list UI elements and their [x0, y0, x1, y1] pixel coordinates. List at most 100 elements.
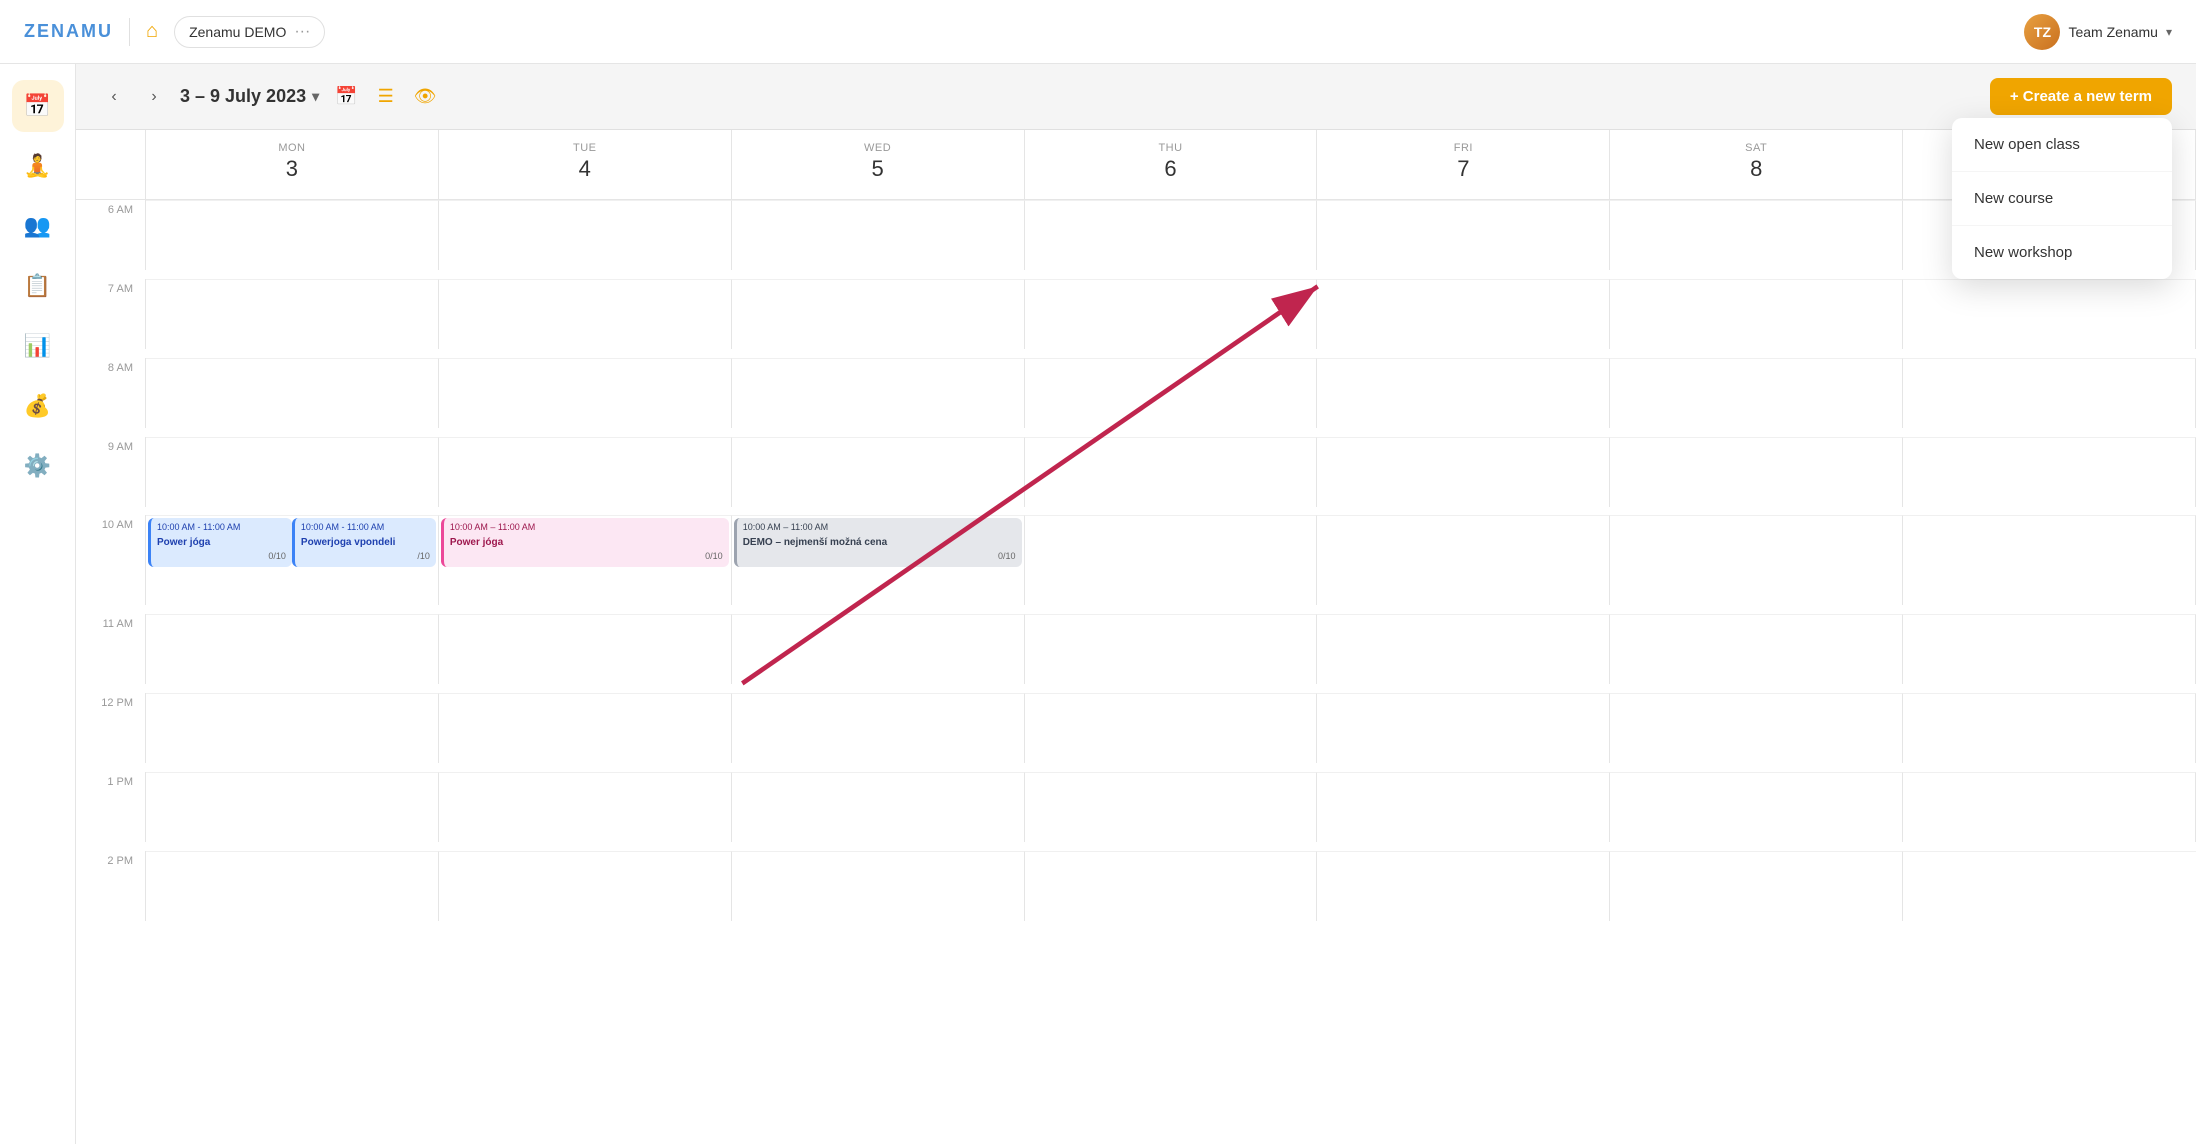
event-tue-1[interactable]: 10:00 AM – 11:00 AM Power jóga 0/10: [441, 518, 729, 566]
cell-thu-10am: [1025, 515, 1318, 605]
cell-tue-7am: [439, 279, 732, 349]
date-range-label: 3 – 9 July 2023: [180, 86, 306, 107]
time-col-header: [76, 130, 146, 200]
cell-fri-7am: [1317, 279, 1610, 349]
cell-sun-11am: [1903, 614, 2196, 684]
cell-sat-11am: [1610, 614, 1903, 684]
event-capacity: 0/10: [743, 551, 1016, 563]
top-nav: ZENAMU ⌂ Zenamu DEMO ··· TZ Team Zenamu …: [0, 0, 2196, 64]
cell-tue-8am: [439, 358, 732, 428]
content-area: ‹ › 3 – 9 July 2023 ▾ 📅 ☰ 👁 + Create a n…: [76, 64, 2196, 1144]
day-header-mon: MON 3: [146, 130, 439, 200]
cell-sun-9am: [1903, 437, 2196, 507]
date-range-chevron-icon: ▾: [312, 88, 319, 105]
cell-wed-6am: [732, 200, 1025, 270]
dropdown-open-class-label: New open class: [1974, 136, 2080, 153]
cell-tue-12pm: [439, 693, 732, 763]
cell-wed-12pm: [732, 693, 1025, 763]
cell-wed-11am: [732, 614, 1025, 684]
cell-mon-11am: [146, 614, 439, 684]
cell-fri-2pm: [1317, 851, 1610, 921]
day-number-tue: 4: [439, 156, 731, 182]
prev-arrow[interactable]: ‹: [100, 83, 128, 111]
cell-fri-9am: [1317, 437, 1610, 507]
cell-sun-12pm: [1903, 693, 2196, 763]
avatar: TZ: [2024, 14, 2060, 50]
cell-thu-2pm: [1025, 851, 1318, 921]
event-mon-1[interactable]: 10:00 AM - 11:00 AM Power jóga 0/10: [148, 518, 292, 566]
app-logo: ZENAMU: [24, 21, 113, 42]
sidebar-item-reports[interactable]: 📋: [12, 260, 64, 312]
day-name-wed: WED: [732, 142, 1024, 154]
date-range[interactable]: 3 – 9 July 2023 ▾: [180, 86, 319, 107]
cell-sat-6am: [1610, 200, 1903, 270]
time-label-6am: 6 AM: [76, 200, 146, 270]
cell-thu-11am: [1025, 614, 1318, 684]
time-label-11am: 11 AM: [76, 614, 146, 684]
dropdown-workshop-label: New workshop: [1974, 244, 2072, 261]
cell-wed-10am: 10:00 AM – 11:00 AM DEMO – nejmenší možn…: [732, 515, 1025, 605]
user-chevron-icon: ▾: [2166, 25, 2172, 39]
day-name-thu: THU: [1025, 142, 1317, 154]
list-view-icon[interactable]: ☰: [374, 82, 398, 111]
cell-mon-9am: [146, 437, 439, 507]
time-label-2pm: 2 PM: [76, 851, 146, 921]
time-label-1pm: 1 PM: [76, 772, 146, 842]
day-header-sat: SAT 8: [1610, 130, 1903, 200]
sidebar-item-calendar[interactable]: 📅: [12, 80, 64, 132]
cell-sun-7am: [1903, 279, 2196, 349]
event-title: Powerjoga vpondeli: [301, 536, 430, 549]
sidebar-item-analytics[interactable]: 📊: [12, 320, 64, 372]
cell-thu-12pm: [1025, 693, 1318, 763]
day-name-sat: SAT: [1610, 142, 1902, 154]
cell-mon-6am: [146, 200, 439, 270]
home-icon[interactable]: ⌂: [146, 20, 158, 43]
day-number-mon: 3: [146, 156, 438, 182]
cell-mon-8am: [146, 358, 439, 428]
day-name-fri: FRI: [1317, 142, 1609, 154]
day-name-tue: TUE: [439, 142, 731, 154]
day-number-sat: 8: [1610, 156, 1902, 182]
day-name-mon: MON: [146, 142, 438, 154]
cell-thu-9am: [1025, 437, 1318, 507]
cell-mon-10am: 10:00 AM - 11:00 AM Power jóga 0/10 10:0…: [146, 515, 439, 605]
cell-mon-7am: [146, 279, 439, 349]
next-arrow[interactable]: ›: [140, 83, 168, 111]
sidebar-item-finance[interactable]: 💰: [12, 380, 64, 432]
time-label-12pm: 12 PM: [76, 693, 146, 763]
dropdown-item-workshop[interactable]: New workshop: [1952, 226, 2172, 279]
time-label-8am: 8 AM: [76, 358, 146, 428]
create-term-button[interactable]: + Create a new term: [1990, 78, 2172, 115]
cell-mon-2pm: [146, 851, 439, 921]
sidebar-item-members[interactable]: 👥: [12, 200, 64, 252]
workspace-dots: ···: [294, 23, 310, 41]
user-area[interactable]: TZ Team Zenamu ▾: [2024, 14, 2172, 50]
cell-thu-6am: [1025, 200, 1318, 270]
cell-mon-12pm: [146, 693, 439, 763]
cell-tue-11am: [439, 614, 732, 684]
sidebar-item-classes[interactable]: 🧘: [12, 140, 64, 192]
main-layout: 📅 🧘 👥 📋 📊 💰 ⚙️ ‹ › 3 – 9 July 2023 ▾ 📅 ☰…: [0, 64, 2196, 1144]
event-wed-1[interactable]: 10:00 AM – 11:00 AM DEMO – nejmenší možn…: [734, 518, 1022, 566]
calendar-view-icon[interactable]: 📅: [331, 82, 361, 111]
calendar-toolbar: ‹ › 3 – 9 July 2023 ▾ 📅 ☰ 👁 + Create a n…: [76, 64, 2196, 130]
event-time: 10:00 AM - 11:00 AM: [301, 522, 430, 534]
event-time: 10:00 AM - 11:00 AM: [157, 522, 286, 534]
cell-wed-9am: [732, 437, 1025, 507]
workspace-button[interactable]: Zenamu DEMO ···: [174, 16, 325, 48]
sidebar: 📅 🧘 👥 📋 📊 💰 ⚙️: [0, 64, 76, 1144]
cell-fri-8am: [1317, 358, 1610, 428]
cell-wed-2pm: [732, 851, 1025, 921]
cell-sat-10am: [1610, 515, 1903, 605]
event-title: Power jóga: [450, 536, 723, 549]
workspace-name: Zenamu DEMO: [189, 24, 286, 40]
time-label-9am: 9 AM: [76, 437, 146, 507]
visibility-icon[interactable]: 👁: [410, 82, 441, 111]
dropdown-item-open-class[interactable]: New open class: [1952, 118, 2172, 172]
event-mon-2[interactable]: 10:00 AM - 11:00 AM Powerjoga vpondeli /…: [292, 518, 436, 566]
cell-sun-8am: [1903, 358, 2196, 428]
sidebar-item-settings[interactable]: ⚙️: [12, 440, 64, 492]
cell-sun-1pm: [1903, 772, 2196, 842]
calendar-container: MON 3 TUE 4 WED 5 THU 6 FRI 7: [76, 130, 2196, 1144]
dropdown-item-course[interactable]: New course: [1952, 172, 2172, 226]
